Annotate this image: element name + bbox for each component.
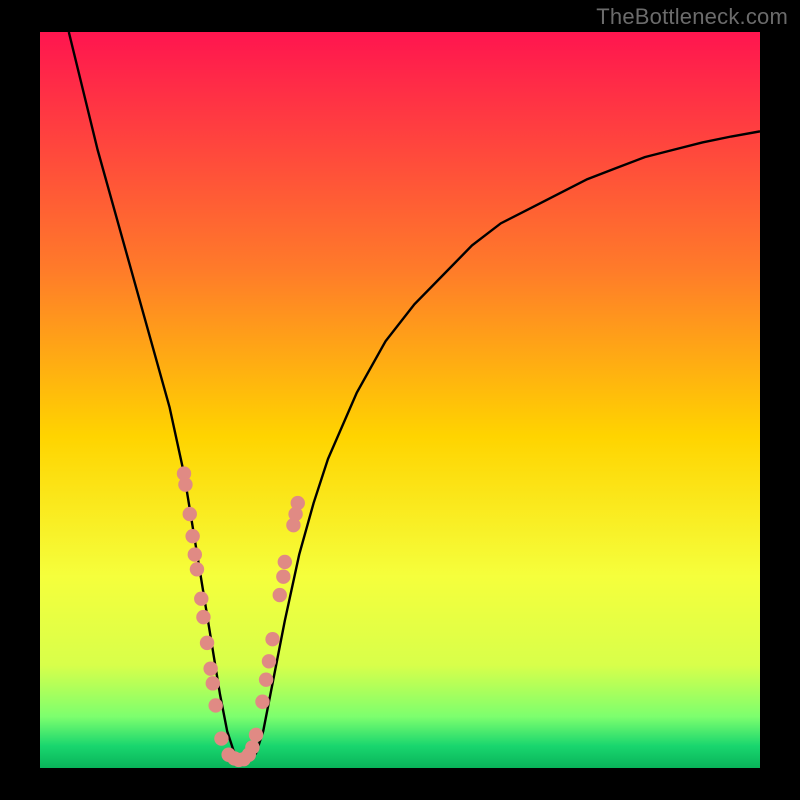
data-marker	[194, 592, 208, 606]
data-marker	[262, 654, 276, 668]
outer-frame: TheBottleneck.com	[0, 0, 800, 800]
gradient-background	[40, 32, 760, 768]
data-marker	[255, 695, 269, 709]
data-marker	[185, 529, 199, 543]
data-marker	[178, 477, 192, 491]
data-marker	[196, 610, 210, 624]
data-marker	[208, 698, 222, 712]
data-marker	[203, 661, 217, 675]
data-marker	[245, 740, 259, 754]
data-marker	[249, 728, 263, 742]
data-marker	[276, 569, 290, 583]
data-marker	[190, 562, 204, 576]
data-marker	[206, 676, 220, 690]
watermark-text: TheBottleneck.com	[596, 4, 788, 30]
data-marker	[200, 636, 214, 650]
plot-area	[40, 32, 760, 768]
data-marker	[183, 507, 197, 521]
chart-svg	[40, 32, 760, 768]
data-marker	[259, 672, 273, 686]
data-marker	[265, 632, 279, 646]
data-marker	[278, 555, 292, 569]
data-marker	[214, 731, 228, 745]
data-marker	[291, 496, 305, 510]
data-marker	[273, 588, 287, 602]
data-marker	[188, 547, 202, 561]
